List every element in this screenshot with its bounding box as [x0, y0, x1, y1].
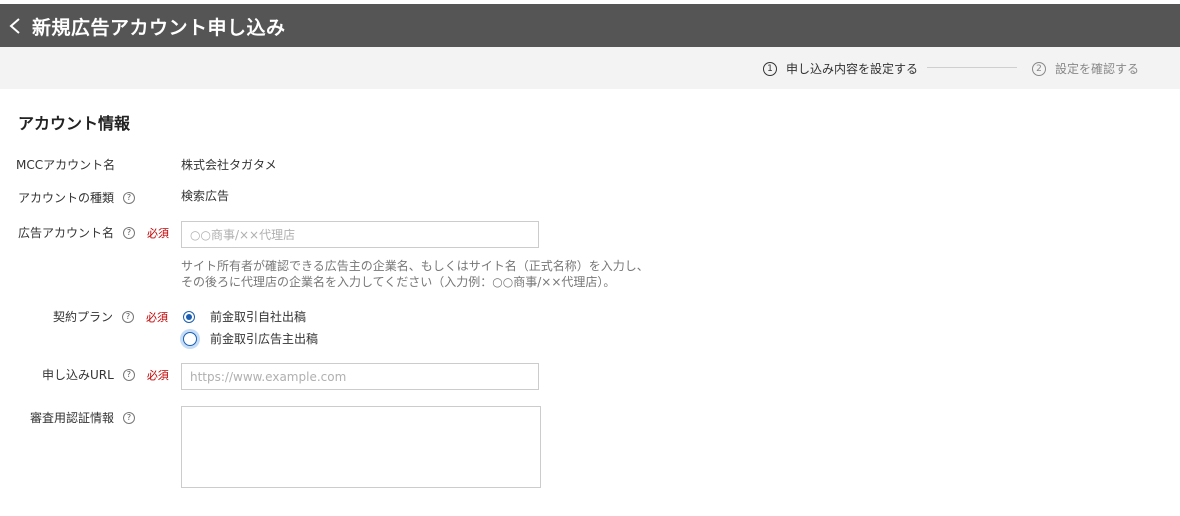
steps-bar: 1 申し込み内容を設定する 2 設定を確認する [0, 47, 1180, 89]
page-title: 新規広告アカウント申し込み [32, 17, 286, 39]
required-badge: 必須 [146, 310, 169, 324]
chevron-left-icon[interactable] [8, 16, 22, 36]
radio-label: 前金取引自社出稿 [210, 310, 307, 324]
step-number-2: 2 [1032, 61, 1046, 76]
section-title: アカウント情報 [18, 114, 131, 133]
ad-account-name-label: 広告アカウント名 ? 必須 [18, 224, 169, 241]
review-auth-label-text: 審査用認証情報 [30, 411, 115, 425]
apply-url-input[interactable] [181, 363, 539, 390]
radio-label: 前金取引広告主出稿 [210, 332, 319, 346]
hint-line-1: サイト所有者が確認できる広告主の企業名、もしくはサイト名（正式名称）を入力し、 [181, 259, 649, 273]
help-icon[interactable]: ? [123, 411, 136, 424]
help-icon[interactable]: ? [123, 226, 136, 239]
step-2: 2 設定を確認する [1032, 60, 1139, 77]
mcc-account-label: MCCアカウント名 [16, 156, 115, 173]
step-1: 1 申し込み内容を設定する [763, 60, 918, 77]
help-icon[interactable]: ? [123, 191, 136, 204]
apply-url-label: 申し込みURL ? 必須 [42, 366, 169, 383]
ad-account-name-hint: サイト所有者が確認できる広告主の企業名、もしくはサイト名（正式名称）を入力し、 … [181, 258, 649, 290]
contract-plan-label: 契約プラン ? 必須 [53, 308, 168, 325]
ad-account-name-label-text: 広告アカウント名 [18, 226, 115, 240]
radio-button-checked[interactable] [183, 310, 195, 323]
required-badge: 必須 [146, 368, 169, 382]
account-type-value: 検索広告 [181, 189, 230, 203]
mcc-account-value: 株式会社タガタメ [181, 158, 277, 172]
required-badge: 必須 [147, 226, 170, 240]
contract-plan-option-advertiser[interactable]: 前金取引広告主出稿 [183, 330, 318, 347]
header-bar: 新規広告アカウント申し込み [0, 4, 1180, 47]
help-icon[interactable]: ? [122, 368, 135, 381]
apply-url-label-text: 申し込みURL [42, 368, 114, 382]
hint-line-2: その後ろに代理店の企業名を入力してください（入力例：○○商事/××代理店）。 [181, 275, 616, 289]
radio-button-unchecked[interactable] [183, 331, 197, 346]
ad-account-name-input[interactable] [181, 221, 539, 248]
contract-plan-option-self[interactable]: 前金取引自社出稿 [183, 308, 306, 325]
review-auth-textarea[interactable] [181, 406, 541, 488]
review-auth-label: 審査用認証情報 ? [30, 409, 136, 426]
contract-plan-label-text: 契約プラン [53, 310, 114, 324]
mcc-account-label-text: MCCアカウント名 [16, 158, 116, 172]
step-label-1: 申し込み内容を設定する [786, 62, 919, 76]
step-connector [927, 67, 1017, 68]
account-type-label-text: アカウントの種類 [18, 191, 115, 205]
step-label-2: 設定を確認する [1055, 62, 1140, 76]
help-icon[interactable]: ? [122, 310, 135, 323]
step-number-1: 1 [763, 61, 777, 76]
account-type-label: アカウントの種類 ? [18, 189, 136, 206]
